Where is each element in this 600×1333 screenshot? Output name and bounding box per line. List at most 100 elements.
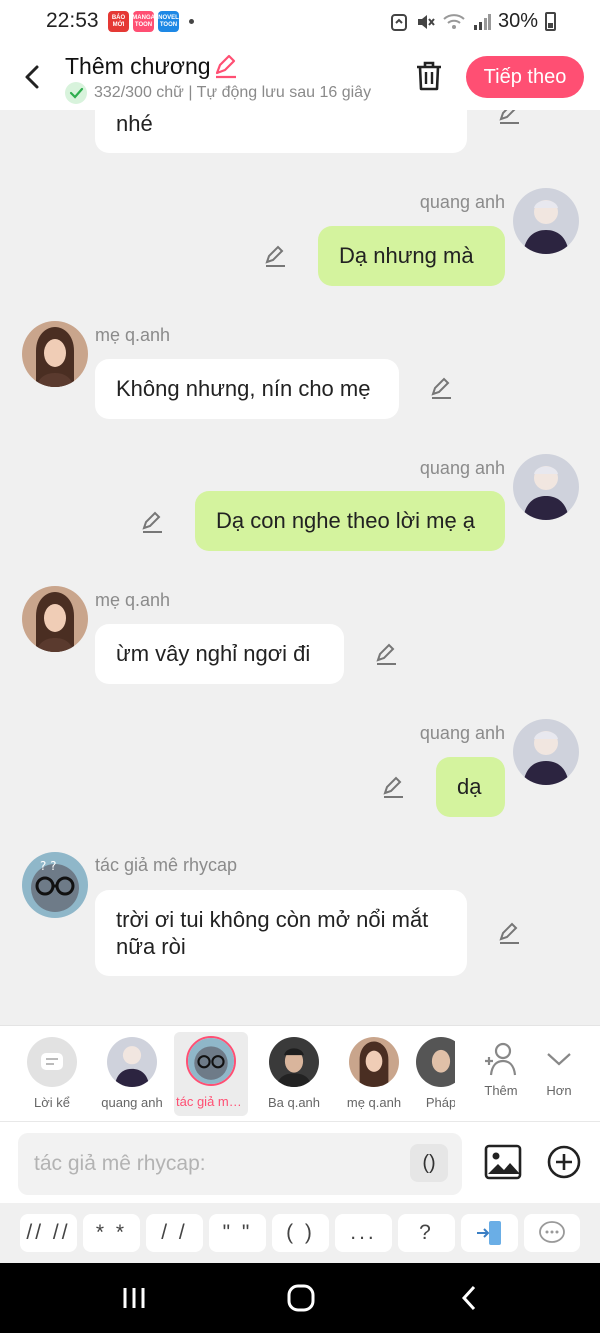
avatar <box>269 1037 319 1087</box>
message-text: nhé <box>116 111 153 136</box>
wifi-icon <box>443 13 465 29</box>
avatar-me-q-anh[interactable] <box>22 586 88 652</box>
avatar-quang-anh[interactable] <box>513 454 579 520</box>
recycle-icon <box>390 13 407 31</box>
baomoi-app-icon: BÁO MỚI <box>108 11 129 32</box>
character-label: Hơn <box>546 1083 572 1098</box>
parenthesis-button[interactable]: () <box>410 1144 448 1182</box>
edit-message-icon[interactable] <box>263 243 289 269</box>
character-label: Pháp <box>425 1095 455 1110</box>
character-label: Ba q.anh <box>267 1095 321 1110</box>
message-bubble[interactable]: Dạ con nghe theo lời mẹ ạ <box>195 491 505 551</box>
message-bubble[interactable]: Không nhưng, nín cho mẹ <box>95 359 399 419</box>
page-title: Thêm chương <box>65 53 211 79</box>
symbol-button[interactable]: / / <box>146 1214 203 1252</box>
message-input[interactable] <box>18 1133 462 1195</box>
system-icons: 30% <box>390 10 556 33</box>
noveltoon-app-icon: NOVEL TOON <box>158 11 179 32</box>
switch-speaker-button[interactable] <box>461 1214 518 1252</box>
character-label: mẹ q.anh <box>346 1095 402 1110</box>
edit-message-icon[interactable] <box>497 920 523 946</box>
character-label: Thêm <box>484 1083 518 1098</box>
notification-icons: BÁO MỚI MANGA TOON NOVEL TOON <box>108 11 194 32</box>
next-button[interactable]: Tiếp theo <box>466 56 584 98</box>
avatar <box>416 1037 455 1087</box>
speaker-name: mẹ q.anh <box>95 325 171 345</box>
message-bubble[interactable]: ừm vây nghỉ ngơi đi <box>95 624 344 684</box>
character-label: quang anh <box>101 1095 163 1110</box>
character-quang-anh[interactable]: quang anh <box>93 1026 171 1122</box>
character-label: Lời kể <box>34 1095 70 1110</box>
more-notifications-dot <box>189 19 194 24</box>
message-bubble[interactable]: trời ơi tui không còn mở nổi mắt nữa ròi <box>95 890 467 976</box>
chat-bubble-button[interactable] <box>524 1214 580 1252</box>
more-characters-button[interactable]: Hơn <box>520 1026 598 1122</box>
message-text: ừm vây nghỉ ngơi đi <box>116 641 311 666</box>
back-button[interactable] <box>18 60 48 94</box>
speaker-name: tác giả mê rhycap <box>95 855 238 875</box>
message-input-row: () <box>0 1121 600 1203</box>
message-bubble[interactable]: nhé <box>95 110 467 153</box>
status-time: 22:53 <box>46 9 99 32</box>
character-phap[interactable]: Pháp <box>415 1026 455 1122</box>
symbol-toolbar: // // * * / / " " ( ) ... ? <box>0 1203 600 1263</box>
symbol-button[interactable]: ... <box>335 1214 392 1252</box>
editor-header: Thêm chương 332/300 chữ | Tự động lưu sa… <box>0 44 600 110</box>
avatar-tac-gia[interactable]: ? ? <box>22 852 88 918</box>
edit-message-icon[interactable] <box>497 110 523 126</box>
edit-title-icon[interactable] <box>213 53 239 79</box>
narration-icon <box>27 1037 77 1087</box>
edit-message-icon[interactable] <box>140 509 166 535</box>
delete-button[interactable] <box>413 58 445 94</box>
character-ba-q-anh[interactable]: Ba q.anh <box>255 1026 333 1122</box>
speaker-name: quang anh <box>419 458 505 478</box>
chat-area[interactable]: nhé quang anh Dạ nhưng mà mẹ q.anh Không… <box>0 110 600 1025</box>
message-bubble[interactable]: dạ <box>436 757 505 817</box>
system-back-icon[interactable] <box>458 1283 480 1313</box>
message-text: Dạ con nghe theo lời mẹ ạ <box>216 508 476 533</box>
avatar <box>349 1037 399 1087</box>
avatar <box>107 1037 157 1087</box>
recent-apps-icon[interactable] <box>120 1284 148 1312</box>
insert-image-icon[interactable] <box>484 1144 522 1180</box>
add-more-icon[interactable] <box>546 1144 582 1180</box>
message-text: dạ <box>457 774 482 799</box>
character-me-q-anh[interactable]: mẹ q.anh <box>335 1026 413 1122</box>
character-label: tác giả mê rhycap <box>176 1094 246 1109</box>
speaker-name: mẹ q.anh <box>95 590 171 610</box>
mangatoon-app-icon: MANGA TOON <box>132 11 155 32</box>
word-count-autosave: 332/300 chữ | Tự động lưu sau 16 giây <box>94 84 372 101</box>
symbol-button[interactable]: ? <box>398 1214 455 1252</box>
symbol-button[interactable]: ( ) <box>272 1214 329 1252</box>
saved-check-icon <box>65 82 87 104</box>
home-icon[interactable] <box>286 1283 316 1313</box>
avatar-me-q-anh[interactable] <box>22 321 88 387</box>
svg-text:? ?: ? ? <box>40 859 57 873</box>
chat-bubble-icon <box>539 1221 565 1243</box>
status-bar: 22:53 BÁO MỚI MANGA TOON NOVEL TOON 30% <box>0 0 600 44</box>
avatar <box>186 1036 236 1086</box>
edit-message-icon[interactable] <box>429 375 455 401</box>
symbol-button[interactable]: " " <box>209 1214 266 1252</box>
message-text: trời ơi tui không còn mở nổi mắt nữa ròi <box>116 907 429 959</box>
avatar-quang-anh[interactable] <box>513 188 579 254</box>
message-bubble[interactable]: Dạ nhưng mà <box>318 226 505 286</box>
add-person-icon <box>485 1042 517 1076</box>
message-text: Dạ nhưng mà <box>339 243 474 268</box>
character-tac-gia-selected[interactable]: tác giả mê rhycap <box>174 1032 248 1116</box>
avatar-quang-anh[interactable] <box>513 719 579 785</box>
speaker-name: quang anh <box>419 723 505 743</box>
symbol-button[interactable]: // // <box>20 1214 77 1252</box>
symbol-button[interactable]: * * <box>83 1214 140 1252</box>
character-narration[interactable]: Lời kể <box>13 1026 91 1122</box>
switch-side-icon <box>476 1221 501 1245</box>
battery-percent: 30% <box>497 10 538 32</box>
mute-icon <box>417 14 435 29</box>
signal-icon <box>473 13 491 30</box>
system-nav-bar <box>0 1263 600 1333</box>
battery-icon <box>545 12 556 31</box>
edit-message-icon[interactable] <box>374 641 400 667</box>
character-selector: Lời kể quang anh tác giả mê rhycap Ba q.… <box>0 1025 600 1121</box>
edit-message-icon[interactable] <box>381 774 407 800</box>
speaker-name: quang anh <box>419 192 505 212</box>
